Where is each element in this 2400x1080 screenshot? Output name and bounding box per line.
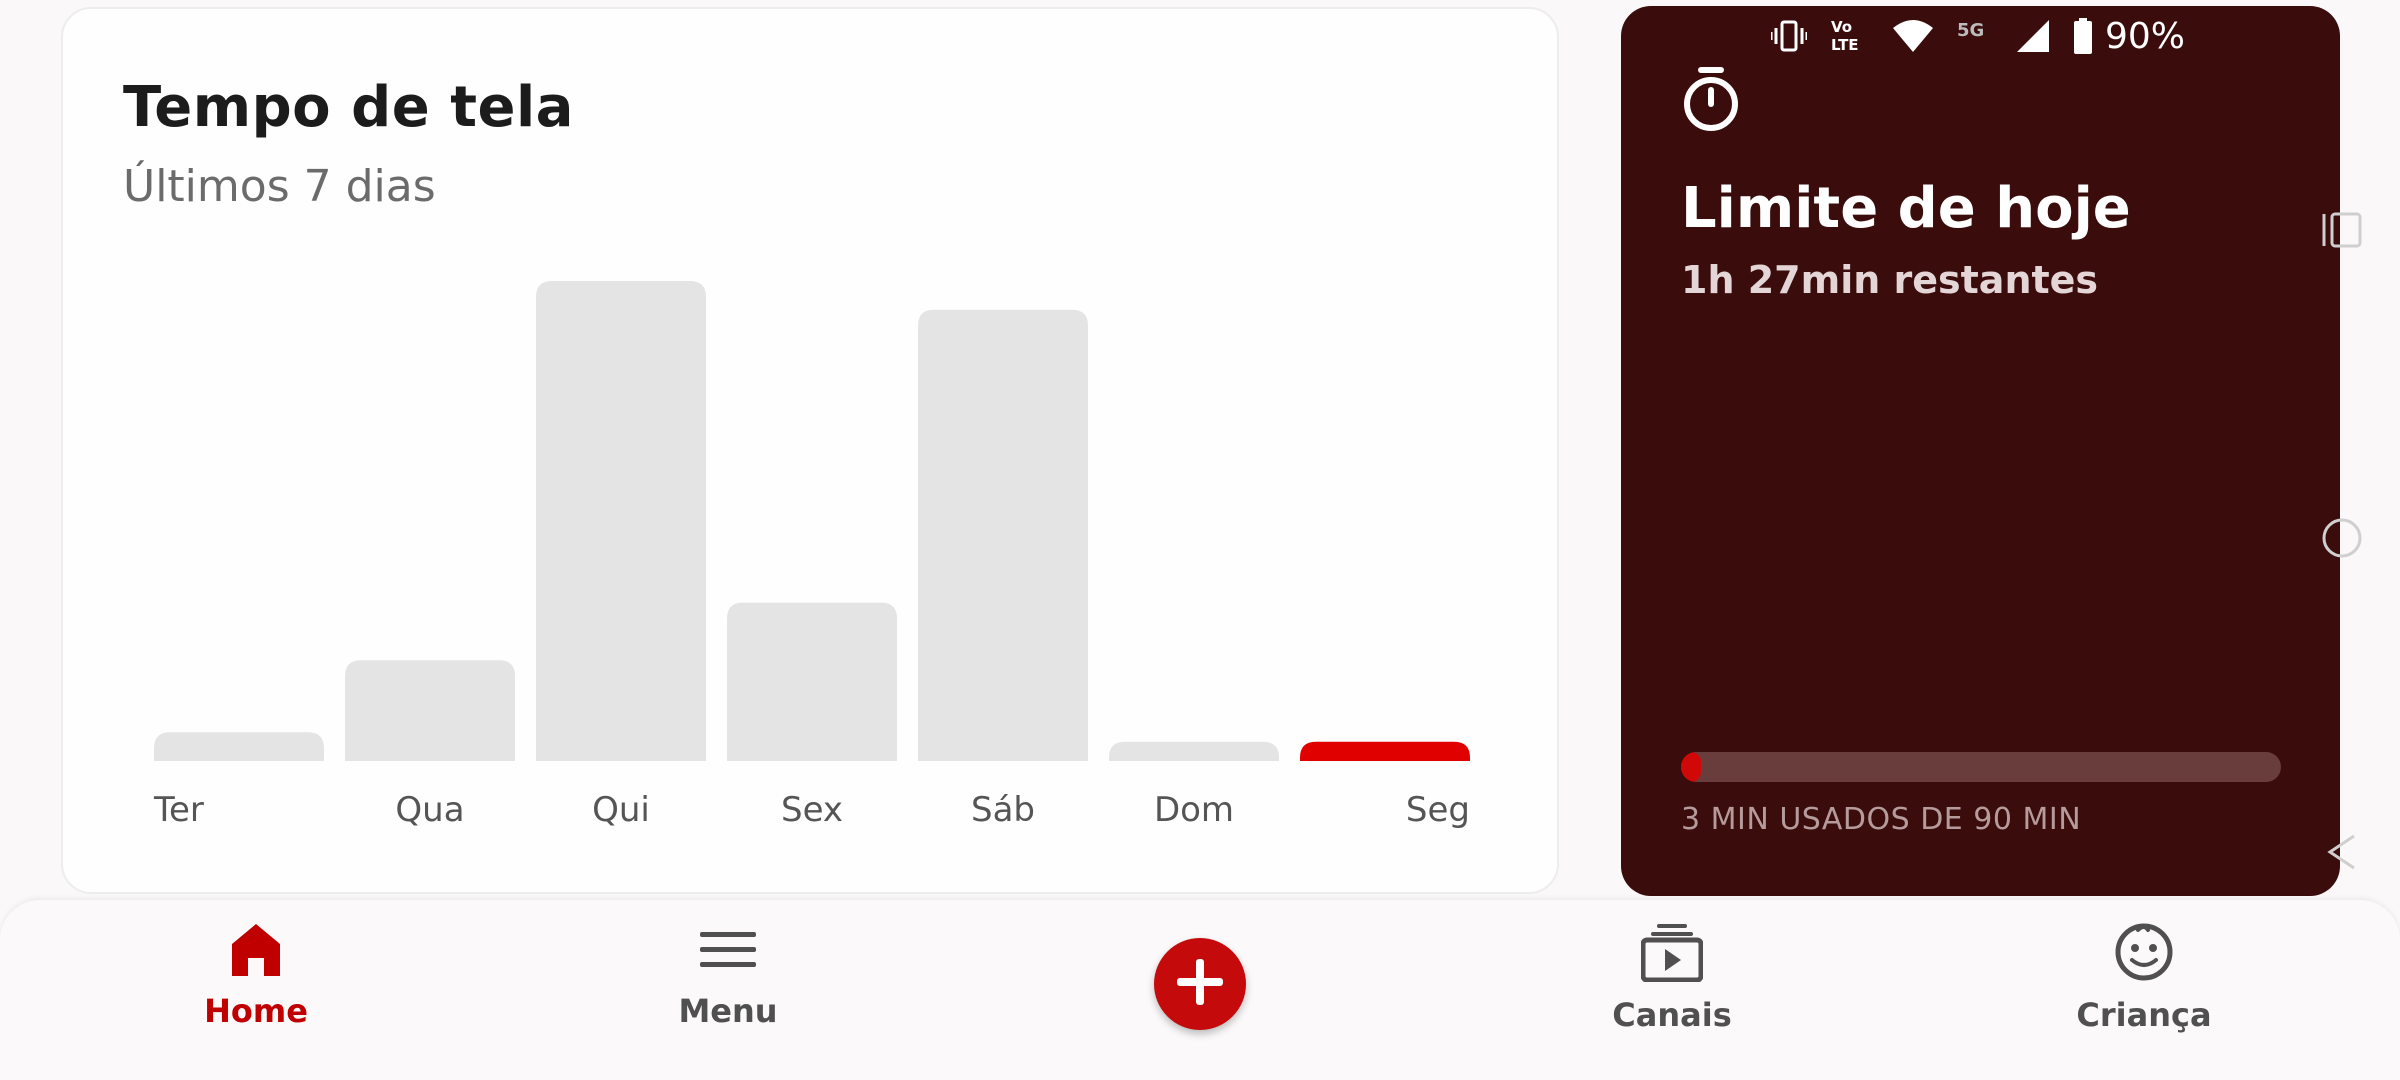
volte-label-top: Vo	[1831, 18, 1852, 36]
battery-percentage: 90%	[2104, 15, 2185, 57]
timer-icon	[1681, 66, 1741, 138]
nav-item-home[interactable]: Home	[136, 922, 376, 1030]
bar-label-ter: Ter	[153, 790, 204, 830]
channels-icon	[1640, 922, 1704, 986]
nav-label-home: Home	[204, 992, 308, 1030]
plus-icon	[1175, 957, 1225, 1011]
volte-label-bottom: LTE	[1831, 36, 1859, 54]
bar-qua[interactable]	[345, 660, 515, 761]
bar-label-dom: Dom	[1154, 790, 1234, 830]
bar-sáb[interactable]	[918, 309, 1088, 761]
limit-remaining-text: 1h 27min restantes	[1681, 258, 2099, 302]
bar-label-sáb: Sáb	[971, 790, 1035, 830]
home-gesture-icon[interactable]	[2320, 516, 2364, 564]
back-icon[interactable]	[2320, 830, 2364, 878]
nav-label-menu: Menu	[678, 992, 778, 1030]
nav-item-menu[interactable]: Menu	[608, 922, 848, 1030]
daily-limit-card[interactable]: Vo LTE 5G 90% Limite de hoje 1h 27min re…	[1621, 6, 2340, 896]
bar-ter[interactable]	[154, 732, 324, 761]
bar-label-sex: Sex	[781, 790, 843, 830]
home-icon	[228, 922, 284, 982]
bar-label-seg: Seg	[1406, 790, 1470, 830]
add-button[interactable]	[1154, 938, 1246, 1030]
usage-progress-fill	[1681, 752, 1701, 782]
network-label: 5G	[1957, 20, 1984, 41]
nav-item-channels[interactable]: Canais	[1552, 922, 1792, 1034]
usage-progress-bar	[1681, 752, 2281, 782]
battery-icon	[2073, 18, 2093, 54]
limit-title: Limite de hoje	[1681, 176, 2131, 241]
usage-text: 3 MIN USADOS DE 90 MIN	[1681, 802, 2082, 837]
recents-icon[interactable]	[2320, 208, 2364, 256]
child-face-icon	[2114, 922, 2174, 986]
wifi-icon	[1891, 18, 1935, 54]
volte-icon: Vo LTE	[1829, 18, 1869, 54]
bar-label-qua: Qua	[395, 790, 464, 830]
menu-icon	[700, 922, 756, 982]
bar-sex[interactable]	[727, 602, 897, 761]
screen-time-card[interactable]: Tempo de tela Últimos 7 dias Ter Qua Qui Se…	[61, 7, 1559, 894]
bar-qui[interactable]	[536, 281, 706, 761]
bar-seg[interactable]	[1300, 741, 1470, 761]
nav-label-channels: Canais	[1612, 996, 1732, 1034]
5g-icon: 5G	[1957, 18, 1993, 54]
bar-label-qui: Qui	[592, 790, 650, 830]
screen-time-bar-chart: Ter Qua Qui Sex Sáb Dom Seg	[153, 281, 1470, 830]
status-bar: Vo LTE 5G 90%	[1770, 14, 2185, 58]
nav-item-child[interactable]: Criança	[2024, 922, 2264, 1034]
signal-icon	[2015, 18, 2051, 54]
bottom-navigation: Home Menu Canais Criança	[0, 900, 2400, 1080]
bar-dom[interactable]	[1109, 741, 1279, 761]
nav-label-child: Criança	[2076, 996, 2212, 1034]
vibrate-icon	[1770, 19, 1807, 53]
